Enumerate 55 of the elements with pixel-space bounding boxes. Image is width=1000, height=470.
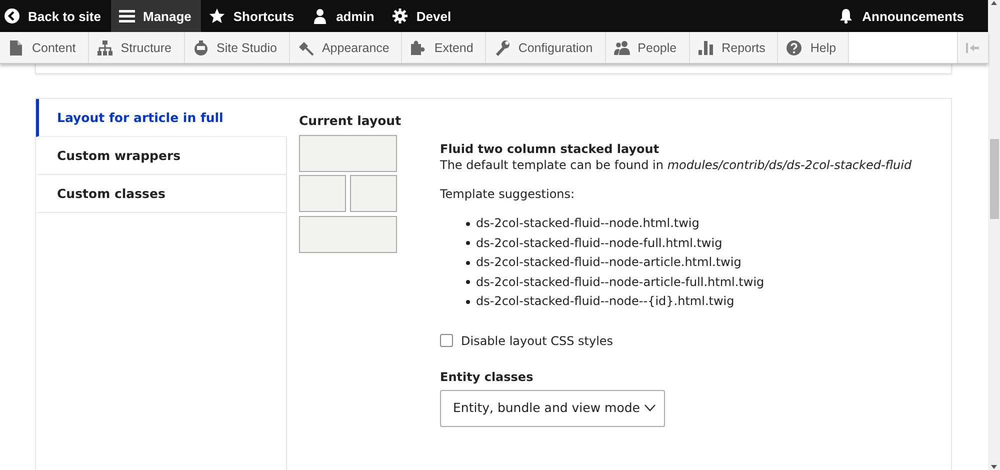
vertical-tab[interactable]: Custom classes xyxy=(36,175,287,213)
toolbar-tab[interactable]: Devel xyxy=(384,0,462,32)
people-icon xyxy=(614,40,630,56)
toolbar-tab[interactable]: Shortcuts xyxy=(201,0,304,32)
admin-menu-item[interactable]: Help xyxy=(778,32,850,63)
bullet-icon xyxy=(466,260,470,265)
gear-icon xyxy=(392,8,408,24)
checkbox[interactable] xyxy=(440,334,453,347)
scroll-down-arrow-icon[interactable] xyxy=(990,464,998,470)
template-suggestion: ds-2col-stacked-fluid--node-article.html.twig xyxy=(476,254,742,271)
announcements-button[interactable]: Announcements xyxy=(826,0,976,32)
vertical-tab[interactable]: Custom wrappers xyxy=(36,137,287,175)
entity-classes-select[interactable]: Entity, bundle and view mode xyxy=(440,390,665,426)
star-icon xyxy=(209,8,226,24)
chevron-down-icon xyxy=(644,404,656,412)
suggestions-label: Template suggestions: xyxy=(440,186,576,202)
document-icon xyxy=(8,40,24,56)
admin-menu-item[interactable]: Configuration xyxy=(486,32,606,63)
admin-menu-item[interactable]: Appearance xyxy=(290,32,402,63)
admin-menu-item[interactable]: Structure xyxy=(88,32,184,63)
scrollbar-thumb[interactable] xyxy=(990,139,998,219)
scroll-up-arrow-icon[interactable] xyxy=(990,0,998,6)
brush-icon xyxy=(298,40,314,56)
admin-menu-item[interactable]: Content xyxy=(0,32,89,63)
pot-icon xyxy=(192,40,208,56)
template-suggestion: ds-2col-stacked-fluid--node.html.twig xyxy=(476,215,700,232)
puzzle-icon xyxy=(410,40,426,56)
checkbox-label: Disable layout CSS styles xyxy=(461,332,614,348)
user-icon xyxy=(312,8,328,24)
admin-menu-item[interactable]: Site Studio xyxy=(184,32,290,63)
scrollbar[interactable] xyxy=(988,0,1000,470)
field-label: Entity classes xyxy=(440,368,534,384)
toolbar-tab[interactable]: admin xyxy=(304,0,384,32)
layout-title: Fluid two column stacked layout xyxy=(440,141,660,157)
admin-menu-item[interactable]: Extend xyxy=(402,32,486,63)
bell-icon xyxy=(838,8,854,24)
template-suggestion: ds-2col-stacked-fluid--node--{id}.html.twig xyxy=(476,293,734,310)
vertical-tab[interactable]: Layout for article in full xyxy=(36,99,287,137)
bullet-icon xyxy=(466,300,470,304)
toolbar-tab[interactable]: Manage xyxy=(110,0,202,32)
bar-chart-icon xyxy=(698,40,714,56)
toolbar-tab[interactable]: Back to site xyxy=(0,0,111,32)
collapse-arrow-icon xyxy=(966,42,980,52)
wrench-icon xyxy=(494,40,510,56)
menu-icon xyxy=(118,8,135,24)
sitemap-icon xyxy=(96,40,113,56)
bullet-icon xyxy=(466,280,470,284)
admin-menu-item[interactable]: People xyxy=(606,32,690,63)
bullet-icon xyxy=(466,222,470,226)
template-description: The default template can be found in modules/contrib/ds/ds-2col-stacked-fluid xyxy=(440,157,912,173)
help-icon xyxy=(786,40,802,56)
admin-menu-item[interactable]: Reports xyxy=(690,32,778,63)
bullet-icon xyxy=(466,241,470,246)
template-suggestion: ds-2col-stacked-fluid--node-article-full.html.twig xyxy=(476,274,764,290)
template-suggestion: ds-2col-stacked-fluid--node-full.html.twig xyxy=(476,234,722,252)
